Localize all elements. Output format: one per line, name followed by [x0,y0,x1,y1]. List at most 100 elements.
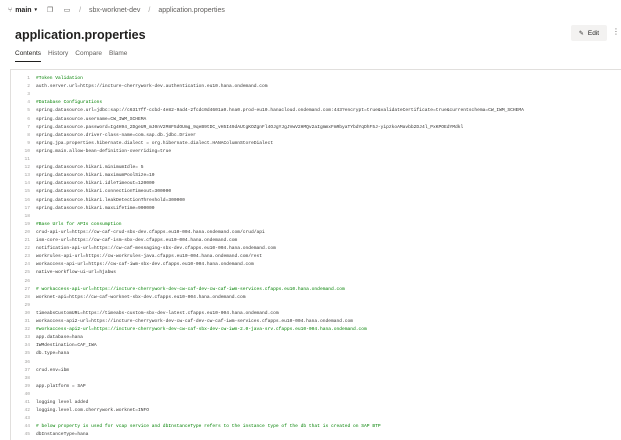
git-branch-icon: ⑂ [8,6,12,14]
line-text: spring.datasource.username=CW_IWM_SCHEMA [36,116,146,124]
line-number: 35 [11,350,30,358]
line-number: 45 [11,431,30,439]
line-number: 39 [11,383,30,391]
line-text: spring.datasource.hikari.idleTimeout=120… [36,180,155,188]
line-text: # workaccess-api-url=https://incture-che… [36,286,345,294]
line-number: 43 [11,415,30,423]
line-text: native-workflow-ui-url=hjabws [36,269,116,277]
line-text: worknet-api=https://cw-caf-worknet-sbx-d… [36,294,246,302]
line-number: 20 [11,229,30,237]
line-number: 40 [11,391,30,399]
line-text: ism-core-url=https://cw-caf-ism-sbx-dev.… [36,237,237,245]
line-text: spring.datasource.driver-class-name=com.… [36,132,196,140]
line-text: #Base Urls for APIs consumption [36,221,121,229]
line-text: db.type=hana [36,350,69,358]
line-number: 29 [11,302,30,310]
tab-compare[interactable]: Compare [75,50,102,62]
line-number: 22 [11,245,30,253]
line-text: spring.main.allow-bean-definition-overri… [36,148,171,156]
more-options-icon[interactable]: ⋮ [612,27,620,36]
line-number: 42 [11,407,30,415]
line-number: 24 [11,261,30,269]
line-number: 28 [11,294,30,302]
line-number: 41 [11,399,30,407]
line-number: 15 [11,188,30,196]
tab-blame[interactable]: Blame [109,50,127,62]
line-number: 36 [11,359,30,367]
breadcrumb-repo[interactable]: sbx-worknet-dev [89,7,140,14]
line-text: spring.datasource.hikari.leakDetectionTh… [36,197,185,205]
edit-label: Edit [588,30,599,37]
line-number: 32 [11,326,30,334]
line-number: 4 [11,99,30,107]
line-text: timeabsCustomURL=https://timeabs-custom-… [36,310,279,318]
line-text: spring.datasource.password=Ig4H94_2DgeUR… [36,124,463,132]
line-number: 5 [11,107,30,115]
line-text: logging.level.com.cherrywork.worknet=INF… [36,407,149,415]
top-bar: ⑂ main ▾ ❐ ▭ / sbx-worknet-dev / applica… [0,0,621,20]
line-text: dbInstanceType=hana [36,431,88,439]
line-number: 31 [11,318,30,326]
line-text: auth.server.url=https://incture-cherrywo… [36,83,268,91]
line-number: 17 [11,205,30,213]
line-text: #Database Configurations [36,99,102,107]
code-viewer[interactable]: 1 #Token Validation 2 auth.server.url=https… [10,69,621,440]
line-number: 26 [11,278,30,286]
line-number: 44 [11,423,30,431]
line-number: 3 [11,91,30,99]
line-number: 30 [11,310,30,318]
line-number: 13 [11,172,30,180]
line-number: 11 [11,156,30,164]
breadcrumb-separator: / [148,7,150,14]
line-number: 21 [11,237,30,245]
line-number: 23 [11,253,30,261]
line-number: 33 [11,334,30,342]
page-title: application.properties [15,28,146,42]
copy-path-icon[interactable]: ❐ [46,6,54,14]
line-text: crud.env=ibm [36,367,69,375]
line-text: spring.datasource.url=jdbc:sap://c6317ff… [36,107,524,115]
line-number: 25 [11,269,30,277]
tab-history[interactable]: History [48,50,68,62]
line-number: 6 [11,116,30,124]
folder-icon[interactable]: ▭ [63,6,71,14]
line-text: spring.datasource.hikari.connectionTimeo… [36,188,171,196]
line-number: 7 [11,124,30,132]
line-text: IWMdestination=CAF_IWA [36,342,97,350]
line-text: logging level added [36,399,88,407]
pencil-icon: ✎ [579,30,584,37]
line-text: workaccess-api2-url=https://incture-cher… [36,318,353,326]
line-text: #Token Validation [36,75,83,83]
breadcrumb-separator: / [79,7,81,14]
line-text: workrules-api-url=https://cw-workrules-j… [36,253,262,261]
line-number: 2 [11,83,30,91]
line-number: 18 [11,213,30,221]
line-number: 38 [11,375,30,383]
branch-name: main [15,7,31,14]
line-number: 14 [11,180,30,188]
line-number: 19 [11,221,30,229]
line-number: 1 [11,75,30,83]
line-number: 8 [11,132,30,140]
line-text: # below property is used for vcap servic… [36,423,381,431]
line-number: 37 [11,367,30,375]
line-text: app.platform = SAP [36,383,86,391]
line-number: 12 [11,164,30,172]
line-text: app.database=hana [36,334,83,342]
line-text: #workaccess-api2-url=https://incture-che… [36,326,367,334]
line-text: workaccess-api-url=https://cw-caf-iwm-sb… [36,261,254,269]
line-text: notification-api-url=https://cw-caf-mess… [36,245,276,253]
edit-button[interactable]: ✎ Edit [571,25,607,41]
tab-contents[interactable]: Contents [15,50,41,62]
line-number: 27 [11,286,30,294]
line-text: spring.datasource.hikari.maximumPoolSize… [36,172,155,180]
line-number: 16 [11,197,30,205]
line-text: spring.datasource.hikari.maxLifetime=900… [36,205,155,213]
line-text: spring.datasource.hikari.minimumIdle= 5 [36,164,144,172]
line-number: 34 [11,342,30,350]
line-text: crud-api-url=https://cw-caf-crud-sbx-dev… [36,229,265,237]
breadcrumb-file[interactable]: application.properties [158,7,225,14]
branch-selector[interactable]: ⑂ main ▾ [8,6,37,14]
file-tabs: Contents History Compare Blame [15,50,134,62]
line-number: 10 [11,148,30,156]
